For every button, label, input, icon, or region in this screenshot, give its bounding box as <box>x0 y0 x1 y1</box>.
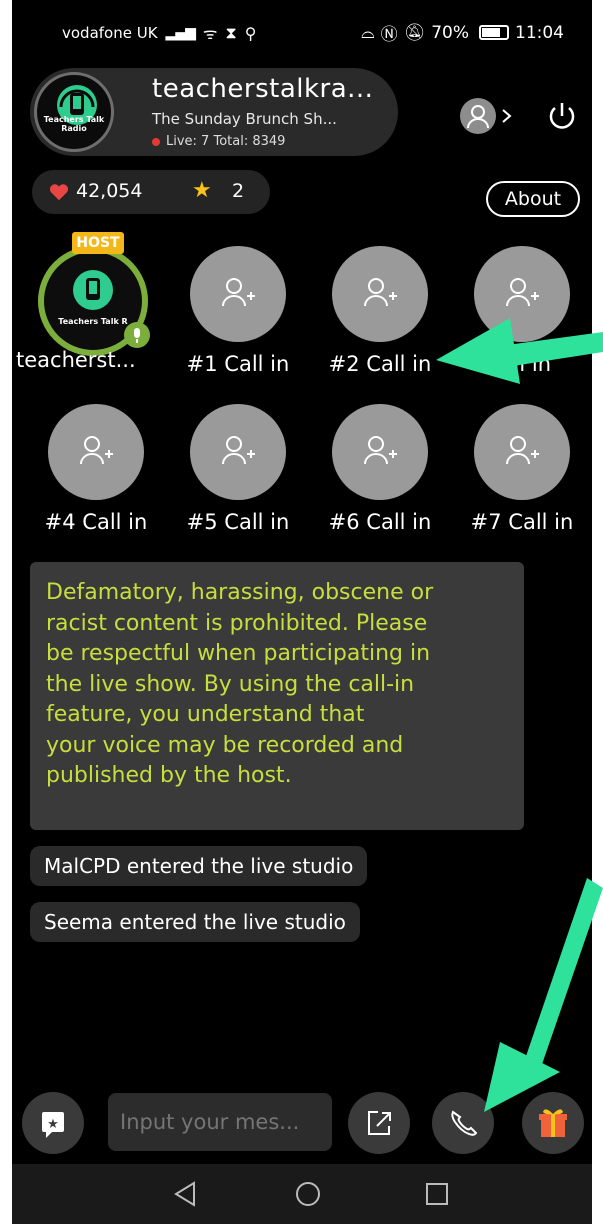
avatar <box>460 98 496 134</box>
seat-1[interactable]: #1 Call in <box>168 246 308 386</box>
add-user-icon <box>222 278 255 307</box>
phone-icon <box>451 1110 478 1136</box>
back-icon[interactable] <box>172 1180 198 1208</box>
listeners-button[interactable] <box>460 98 524 134</box>
heart-icon <box>49 184 69 201</box>
add-caller-button[interactable] <box>190 246 286 342</box>
seat-7[interactable]: #7 Call in <box>452 404 592 544</box>
add-caller-button[interactable] <box>474 404 570 500</box>
carrier-label: vodafone UK <box>62 24 158 42</box>
stars-counter[interactable]: ★ 2 <box>174 170 270 214</box>
chat-message: Seema entered the live studio <box>30 902 360 942</box>
seat-2[interactable]: #2 Call in <box>310 246 450 386</box>
signal-icon: ▂▄▆ <box>165 25 196 41</box>
message-input[interactable] <box>108 1093 332 1151</box>
disclaimer-line: your voice may be recorded and <box>46 732 404 758</box>
host-name: teacherstalkra... <box>152 74 374 104</box>
wifi-icon: ᯤ <box>202 24 218 43</box>
chevron-right-icon <box>502 109 512 123</box>
disclaimer-line: feature, you understand that <box>46 702 365 727</box>
seat-4[interactable]: #4 Call in <box>26 404 166 544</box>
system-navbar <box>12 1164 592 1224</box>
add-user-icon <box>506 278 539 307</box>
add-caller-button[interactable] <box>332 404 428 500</box>
seat-3[interactable]: Call in <box>452 246 592 386</box>
disclaimer-line: the live show. By using the call-in <box>46 671 415 697</box>
host-badge: HOST <box>72 232 124 254</box>
add-caller-button[interactable] <box>48 404 144 500</box>
seat-label: #4 Call in <box>44 510 148 534</box>
add-user-icon <box>364 278 397 307</box>
gift-icon <box>539 1109 567 1137</box>
home-icon[interactable] <box>294 1180 322 1208</box>
seat-label: #2 Call in <box>328 352 432 376</box>
likes-counter[interactable]: 42,054 <box>32 170 174 214</box>
headset-icon: ⌓ <box>361 22 375 43</box>
disclaimer-line: Defamatory, harassing, obscene or <box>46 580 434 605</box>
call-in-button[interactable] <box>432 1092 494 1154</box>
comment-button[interactable]: ★ <box>22 1092 84 1154</box>
usb-icon: ⚲ <box>244 23 257 43</box>
svg-text:Teachers Talk R: Teachers Talk R <box>58 317 127 326</box>
seat-label: #7 Call in <box>470 510 574 534</box>
power-button[interactable] <box>542 96 582 136</box>
power-icon <box>549 103 575 129</box>
battery-icon <box>479 25 509 40</box>
mute-bell-icon: 🔕︎ <box>403 22 426 43</box>
phone-screen: vodafone UK ▂▄▆ ᯤ ⧗ ⚲ ⌓ Ⓝ 🔕︎ 70% 11:04 T… <box>12 0 592 1224</box>
nfc-icon: Ⓝ <box>380 25 398 45</box>
disclaimer-line: be respectful when participating in <box>46 641 431 666</box>
add-user-icon <box>364 436 397 465</box>
host-header[interactable]: Teachers Talk Radio teacherstalkra... Th… <box>30 68 398 156</box>
chat-message: MalCPD entered the live studio <box>30 846 368 886</box>
about-button[interactable]: About <box>486 181 580 217</box>
hourglass-icon: ⧗ <box>225 23 237 42</box>
headphones-logo-icon <box>57 85 97 125</box>
mic-icon <box>124 322 150 348</box>
add-caller-button[interactable] <box>474 246 570 342</box>
disclaimer-line: published by the host. <box>46 763 292 788</box>
status-bar: vodafone UK ▂▄▆ ᯤ ⧗ ⚲ ⌓ Ⓝ 🔕︎ 70% 11:04 <box>12 0 592 62</box>
seat-label: teacherst... <box>16 348 136 372</box>
station-logo-text: Teachers Talk Radio <box>43 115 105 133</box>
star-icon: ★ <box>192 178 212 203</box>
disclaimer-line: racist content is prohibited. Please <box>46 610 428 636</box>
add-user-icon <box>506 436 539 465</box>
station-logo: Teachers Talk Radio <box>34 72 114 152</box>
stars-count: 2 <box>232 180 245 202</box>
seat-6[interactable]: #6 Call in <box>310 404 450 544</box>
host-seat[interactable]: Teachers Talk R HOST teacherst... <box>16 232 156 396</box>
live-stats: Live: 7 Total: 8349 <box>152 134 285 149</box>
seat-label: #5 Call in <box>186 510 290 534</box>
seat-label: Call in <box>486 352 552 376</box>
star-message-icon: ★ <box>42 1112 64 1138</box>
seat-label: #6 Call in <box>328 510 432 534</box>
live-dot-icon <box>152 137 160 146</box>
user-icon <box>467 105 489 129</box>
share-icon <box>368 1111 391 1135</box>
add-user-icon <box>80 436 113 465</box>
likes-count: 42,054 <box>76 180 143 202</box>
call-in-disclaimer: Defamatory, harassing, obscene or racist… <box>30 562 524 830</box>
svg-text:★: ★ <box>47 1117 59 1132</box>
live-stats-text: Live: 7 Total: 8349 <box>166 134 286 149</box>
add-caller-button[interactable] <box>190 404 286 500</box>
gift-button[interactable] <box>522 1092 584 1154</box>
recents-icon[interactable] <box>424 1180 450 1208</box>
seat-5[interactable]: #5 Call in <box>168 404 308 544</box>
seat-label: #1 Call in <box>186 352 290 376</box>
battery-percent: 70% <box>431 22 469 43</box>
share-button[interactable] <box>348 1092 410 1154</box>
add-caller-button[interactable] <box>332 246 428 342</box>
show-name: The Sunday Brunch Sh... <box>152 110 337 128</box>
add-user-icon <box>222 436 255 465</box>
clock: 11:04 <box>515 22 564 43</box>
